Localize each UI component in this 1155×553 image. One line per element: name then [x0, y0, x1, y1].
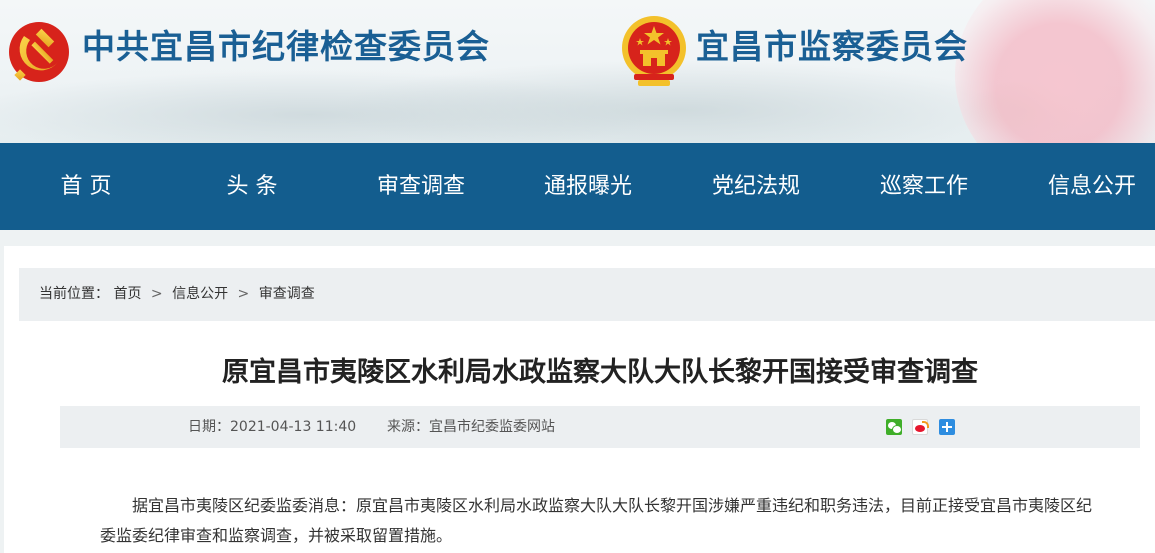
breadcrumb-prefix: 当前位置： [39, 286, 109, 302]
nav-item-headlines[interactable]: 头 条 [208, 143, 296, 230]
header-banner: 中共宜昌市纪律检查委员会 宜昌市监察委员会 [0, 0, 1155, 143]
lotus-decoration [955, 0, 1155, 143]
breadcrumb-investigation[interactable]: 审查调查 [259, 286, 315, 302]
article-meta: 日期：2021-04-13 11:40 来源：宜昌市纪委监委网站 [60, 406, 1140, 448]
share-toolbar [886, 419, 961, 435]
nav-item-disclosure[interactable]: 信息公开 [1036, 143, 1148, 230]
breadcrumb: 当前位置： 首页 > 信息公开 > 审查调查 [19, 268, 1155, 321]
site-title-supervision[interactable]: 宜昌市监察委员会 [696, 20, 968, 68]
main-nav: 首 页 头 条 审查调查 通报曝光 党纪法规 巡察工作 信息公开 [0, 143, 1155, 230]
article-date: 日期：2021-04-13 11:40 [188, 419, 357, 435]
breadcrumb-home[interactable]: 首页 [113, 286, 141, 302]
article-body: 据宜昌市夷陵区纪委监委消息：原宜昌市夷陵区水利局水政监察大队大队长黎开国涉嫌严重… [100, 496, 1093, 545]
breadcrumb-separator: > [150, 286, 163, 302]
breadcrumb-separator: > [237, 286, 250, 302]
nav-item-exposure[interactable]: 通报曝光 [532, 143, 644, 230]
article-source: 来源：宜昌市纪委监委网站 [387, 419, 555, 435]
site-title-commission[interactable]: 中共宜昌市纪律检查委员会 [82, 20, 490, 68]
nav-item-regulations[interactable]: 党纪法规 [700, 143, 812, 230]
article-title: 原宜昌市夷陵区水利局水政监察大队大队长黎开国接受审查调查 [222, 357, 978, 388]
nav-item-inspection[interactable]: 巡察工作 [868, 143, 980, 230]
nav-item-home[interactable]: 首 页 [42, 143, 130, 230]
breadcrumb-disclosure[interactable]: 信息公开 [172, 286, 228, 302]
wechat-icon[interactable] [886, 419, 902, 435]
nav-item-investigation[interactable]: 审查调查 [365, 143, 477, 230]
national-emblem-icon [622, 16, 686, 86]
weibo-icon[interactable] [912, 419, 930, 435]
party-emblem-icon [9, 22, 69, 82]
plus-icon[interactable] [938, 419, 955, 435]
